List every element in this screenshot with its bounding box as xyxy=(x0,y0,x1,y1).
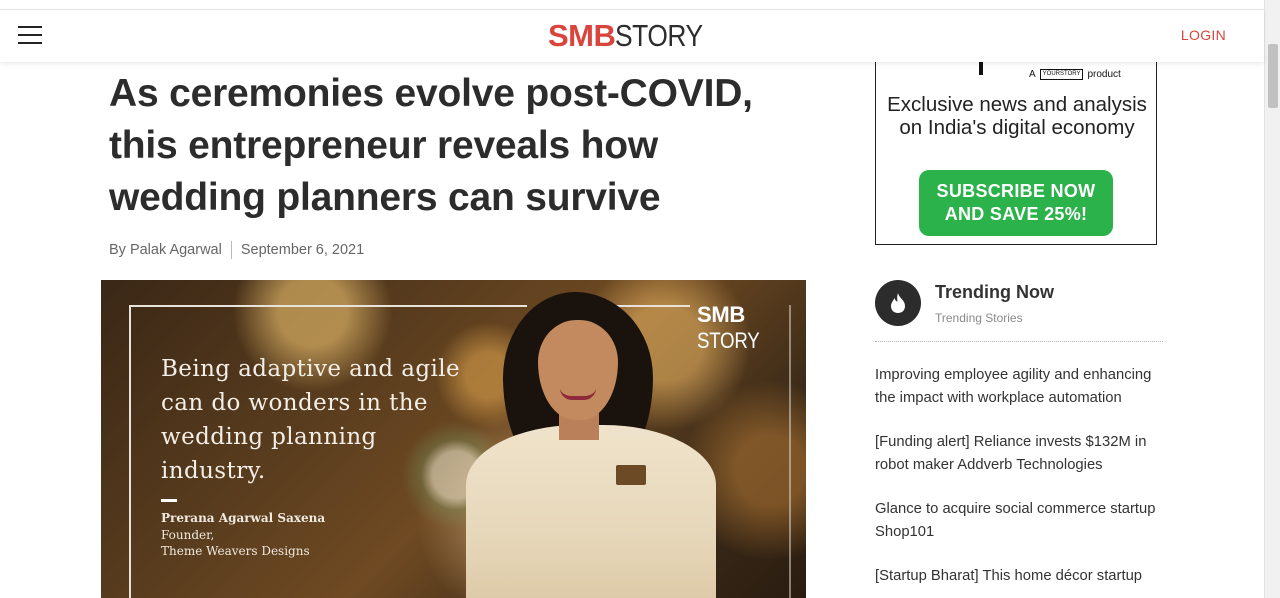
quote-attribution: Prerana Agarwal Saxena Founder, Theme We… xyxy=(161,510,325,560)
trending-item[interactable]: Glance to acquire social commerce startu… xyxy=(875,498,1165,543)
trending-item[interactable]: [Funding alert] Reliance invests $132M i… xyxy=(875,431,1165,476)
name-badge xyxy=(616,465,646,485)
quote-dash xyxy=(161,499,177,502)
flame-icon xyxy=(875,280,921,326)
trending-list: Improving employee agility and enhancing… xyxy=(875,364,1165,598)
page: SMB STORY LOGIN As ceremonies evolve post… xyxy=(0,0,1280,598)
trending-title: Trending Now xyxy=(935,282,1054,302)
subscribe-ad[interactable]: A YOURSTORY product Exclusive news and ana… xyxy=(875,60,1157,245)
person-jacket xyxy=(466,425,716,598)
subscribe-line-1: SUBSCRIBE NOW xyxy=(936,181,1096,201)
hamburger-menu-icon[interactable] xyxy=(18,26,42,46)
site-logo[interactable]: SMB STORY xyxy=(548,16,719,56)
quote-person-company: Theme Weavers Designs xyxy=(161,544,310,558)
article-headline: As ceremonies evolve post-COVID, this en… xyxy=(109,72,753,219)
byline-divider xyxy=(230,241,232,259)
frame-line-top-right xyxy=(610,305,690,307)
byline: By Palak Agarwal September 6, 2021 xyxy=(109,241,364,259)
quote-person-name: Prerana Agarwal Saxena xyxy=(161,511,326,525)
subscribe-line-2: AND SAVE 25%! xyxy=(944,204,1088,224)
frame-line-left xyxy=(129,305,131,598)
quote-person-role: Founder, xyxy=(161,527,215,542)
hero-image: SMBSTORY Being adaptive and agile can do… xyxy=(101,280,806,598)
trending-item[interactable]: [Startup Bharat] This home décor startup xyxy=(875,565,1165,588)
publish-date: September 6, 2021 xyxy=(240,242,365,258)
image-quote: Being adaptive and agile can do wonders … xyxy=(161,356,461,484)
trending-divider xyxy=(875,341,1163,342)
subscribe-button[interactable]: SUBSCRIBE NOW AND SAVE 25%! xyxy=(919,170,1113,236)
ad-tagline: Exclusive news and analysis on India's d… xyxy=(887,93,1147,139)
ad-logo-mark xyxy=(979,60,983,75)
author-link[interactable]: By Palak Agarwal xyxy=(109,242,222,258)
image-watermark: SMBSTORY xyxy=(697,302,760,353)
trending-subtitle: Trending Stories xyxy=(935,311,1023,325)
top-strip xyxy=(0,0,1264,10)
login-link[interactable]: LOGIN xyxy=(1181,27,1226,43)
scrollbar-thumb[interactable] xyxy=(1268,44,1278,108)
trending-item[interactable]: Improving employee agility and enhancing… xyxy=(875,364,1165,409)
yourstory-badge: YOURSTORY xyxy=(1039,69,1084,80)
ad-product-label: A YOURSTORY product xyxy=(1029,69,1121,80)
site-header: SMB STORY LOGIN xyxy=(0,10,1264,62)
frame-line-top xyxy=(129,305,527,307)
page-scrollbar[interactable] xyxy=(1264,0,1280,598)
logo-smb: SMB xyxy=(548,18,616,53)
logo-story: STORY xyxy=(615,18,704,53)
